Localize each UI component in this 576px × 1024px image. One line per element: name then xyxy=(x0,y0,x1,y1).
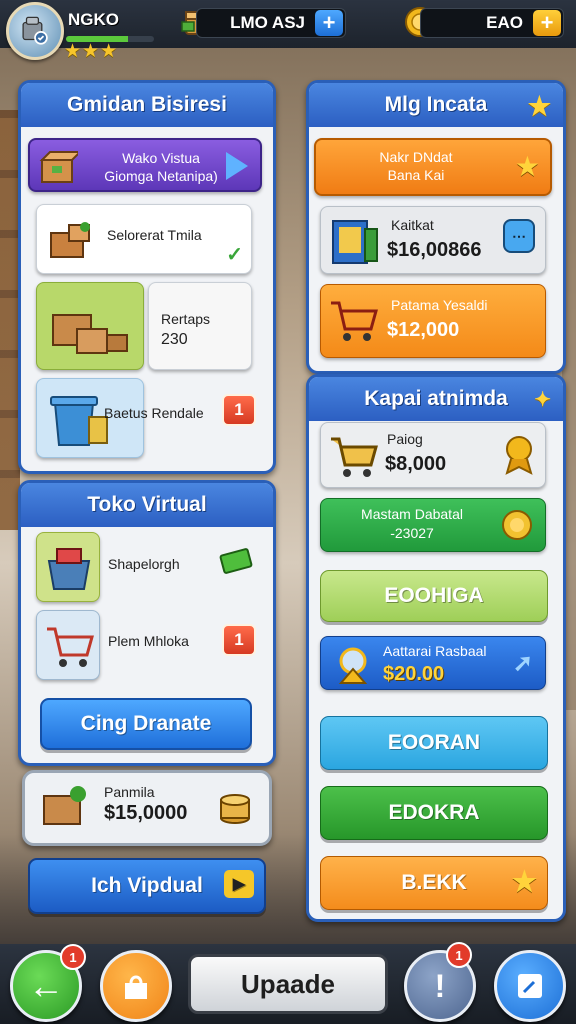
background-shelf xyxy=(0,110,20,530)
notification-badge: 1 xyxy=(446,942,472,968)
star-badge-icon: ★ xyxy=(514,151,540,182)
activity-button-1[interactable]: EOOHIGA xyxy=(320,570,548,622)
activity-card-1-label: Paiog xyxy=(387,431,423,447)
arrow-icon: ➚ xyxy=(512,650,533,677)
activity-card-2-line2: -23027 xyxy=(390,525,434,541)
add-gold-button[interactable]: + xyxy=(533,10,561,36)
income-highlight-line2: Bana Kai xyxy=(387,167,445,183)
medal-icon xyxy=(505,436,533,475)
banner-line1: Wako Vistua xyxy=(122,150,200,166)
back-badge: 1 xyxy=(60,944,86,970)
cart-icon xyxy=(331,301,378,341)
bag-icon xyxy=(125,975,147,999)
cash-resource: LMO ASJ + xyxy=(196,8,346,38)
cash-value: LMO ASJ xyxy=(230,13,305,32)
income-card-2-label: Patama Yesaldi xyxy=(391,297,488,313)
edit-button[interactable] xyxy=(494,950,566,1022)
add-cash-button[interactable]: + xyxy=(315,10,343,36)
business-panel-header: Gmidan Bisiresi xyxy=(21,83,273,127)
star-icon: ★ xyxy=(511,866,537,897)
player-stars: ★★★ xyxy=(64,41,119,62)
alert-icon: ! xyxy=(434,967,446,1004)
gold-value: EAO xyxy=(486,13,523,32)
activity-card-2[interactable]: Mastam Dabatal -23027 xyxy=(320,498,546,552)
income-card-1-amount: $16,00866 xyxy=(387,239,482,261)
shop-button[interactable] xyxy=(100,950,172,1022)
back-arrow-icon: ← xyxy=(28,965,64,1006)
basket-icon xyxy=(47,548,91,590)
gold-resource: EAO + xyxy=(420,8,564,38)
income-panel-header: Mlg Incata ★ xyxy=(309,83,563,127)
business-card-2-label: Rertaps xyxy=(161,311,211,327)
edit-icon xyxy=(518,974,542,998)
star-icon: ★ xyxy=(527,91,551,121)
crate-icon xyxy=(50,222,90,258)
activity-card-1-amount: $8,000 xyxy=(385,453,447,475)
play-icon: ▶ xyxy=(224,870,254,898)
business-banner[interactable]: Wako Vistua Giomga Netanipa) xyxy=(28,138,262,192)
coin-stack-icon xyxy=(220,794,250,824)
cart-icon xyxy=(331,437,378,477)
upgrade-button[interactable]: Upaade xyxy=(188,954,388,1014)
player-avatar[interactable] xyxy=(6,2,64,60)
activity-panel-title: Kapai atnimda xyxy=(364,387,508,410)
business-card-3-badge: 1 xyxy=(222,394,256,426)
mascot-icon xyxy=(22,16,48,45)
income-card-1[interactable]: Kaitkat $16,00866 ⋯ xyxy=(320,206,546,274)
virtual-item-1-image[interactable] xyxy=(36,532,100,602)
business-card-3-label: Baetus Rendale xyxy=(104,405,204,421)
banner-line2: Giomga Netanipa) xyxy=(104,168,218,184)
coins-icon xyxy=(502,510,532,540)
income-card-2[interactable]: Patama Yesaldi $12,000 xyxy=(320,284,546,358)
cash-card-amount: $15,0000 xyxy=(104,802,188,824)
virtual-store-button[interactable]: Cing Dranate xyxy=(40,698,252,750)
business-card-2-image[interactable] xyxy=(36,282,144,370)
virtual-store-header: Toko Virtual xyxy=(21,483,273,527)
box-icon xyxy=(39,151,78,183)
pointer-icon xyxy=(338,647,368,684)
income-panel-title: Mlg Incata xyxy=(384,93,488,116)
business-panel-title: Gmidan Bisiresi xyxy=(67,93,227,116)
boxes-icon xyxy=(52,314,128,354)
activity-button-4-label: B.EKK xyxy=(401,871,467,894)
sparkle-icon: ✦ xyxy=(534,389,551,411)
business-card-1-label: Selorerat Tmila xyxy=(107,227,202,243)
activity-card-3[interactable]: Aattarai Rasbaal $20.00 ➚ xyxy=(320,636,546,690)
activity-button-4[interactable]: B.EKK ★ xyxy=(320,856,548,910)
shopping-cart-icon xyxy=(47,627,94,667)
play-arrow-icon xyxy=(226,152,248,180)
cash-stack-icon xyxy=(219,548,253,574)
virtual-item-2-badge: 1 xyxy=(222,624,256,656)
virtual-shop-label: Ich Vipdual xyxy=(91,874,203,897)
income-highlight-line1: Nakr DNdat xyxy=(379,149,453,165)
income-card-1-label: Kaitkat xyxy=(391,217,434,233)
income-highlight-card[interactable]: Nakr DNdat Bana Kai ★ xyxy=(314,138,552,196)
parcel-icon xyxy=(43,786,86,825)
chat-icon: ⋯ xyxy=(503,219,535,253)
virtual-item-2-image[interactable] xyxy=(36,610,100,680)
check-icon: ✓ xyxy=(226,244,243,266)
virtual-item-1-label: Shapelorgh xyxy=(108,556,180,572)
activity-card-1[interactable]: Paiog $8,000 xyxy=(320,422,546,488)
cash-card-label: Panmila xyxy=(104,784,155,800)
virtual-item-2-label: Plem Mhloka xyxy=(108,633,189,649)
activity-panel-header: Kapai atnimda ✦ xyxy=(309,377,563,421)
player-name: NGKO xyxy=(68,10,119,29)
activity-button-3[interactable]: EDOKRA xyxy=(320,786,548,840)
virtual-shop-button[interactable]: Ich Vipdual ▶ xyxy=(28,858,266,914)
activity-card-2-line1: Mastam Dabatal xyxy=(361,506,463,522)
business-card-2[interactable]: Rertaps 230 xyxy=(148,282,252,370)
income-card-2-amount: $12,000 xyxy=(387,319,460,341)
activity-button-2[interactable]: EOORAN xyxy=(320,716,548,770)
business-card-2-value: 230 xyxy=(161,331,188,348)
business-card-1[interactable]: Selorerat Tmila ✓ xyxy=(36,204,252,274)
book-stack-icon xyxy=(332,220,378,264)
virtual-store-title: Toko Virtual xyxy=(87,493,207,516)
activity-card-3-label: Aattarai Rasbaal xyxy=(383,643,487,659)
activity-card-3-amount: $20.00 xyxy=(383,663,445,685)
